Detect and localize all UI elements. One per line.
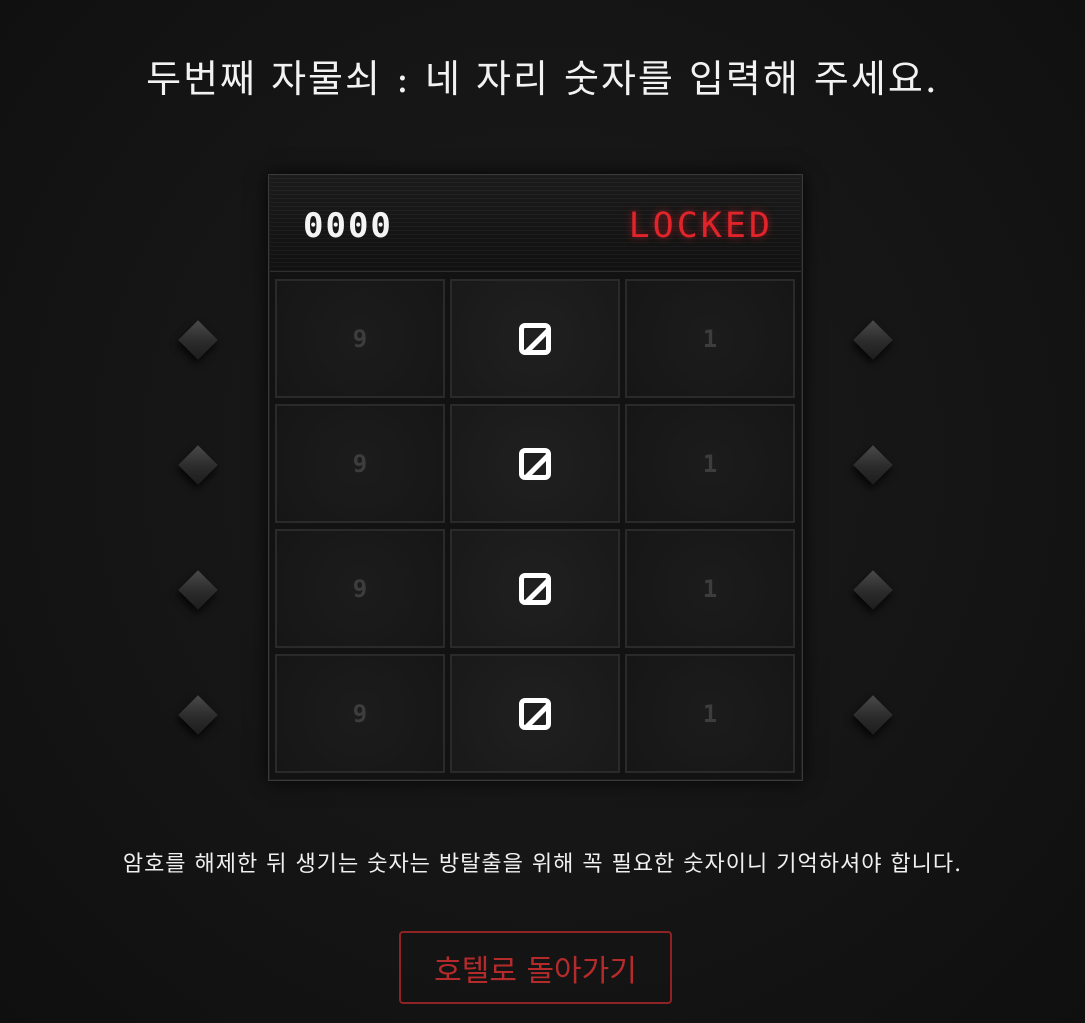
wheel-row-2: 9 1 xyxy=(275,404,797,523)
wheel-1-next-digit[interactable]: 1 xyxy=(625,279,795,398)
wheel-3-increment-arrow-icon[interactable] xyxy=(853,570,893,610)
wheel-2-next-digit[interactable]: 1 xyxy=(625,404,795,523)
wheel-row-3: 9 1 xyxy=(275,529,797,648)
wheel-1-increment-arrow-icon[interactable] xyxy=(853,320,893,360)
wheel-2-decrement-arrow-icon[interactable] xyxy=(178,445,218,485)
wheel-1-prev-digit[interactable]: 9 xyxy=(275,279,445,398)
back-to-hotel-button[interactable]: 호텔로 돌아가기 xyxy=(399,931,672,1004)
wheel-1-current-digit[interactable] xyxy=(450,279,620,398)
wheel-2-increment-arrow-icon[interactable] xyxy=(853,445,893,485)
wheel-3-decrement-arrow-icon[interactable] xyxy=(178,570,218,610)
hint-notice: 암호를 해제한 뒤 생기는 숫자는 방탈출을 위해 꼭 필요한 숫자이니 기억하… xyxy=(122,852,963,877)
wheel-row-4: 9 1 xyxy=(275,654,797,773)
wheel-2-prev-digit[interactable]: 9 xyxy=(275,404,445,523)
wheel-1-decrement-arrow-icon[interactable] xyxy=(178,320,218,360)
wheel-4-decrement-arrow-icon[interactable] xyxy=(178,695,218,735)
wheel-4-prev-digit[interactable]: 9 xyxy=(275,654,445,773)
combination-lock: 0000 LOCKED 9 1 9 1 9 1 9 1 xyxy=(268,174,803,781)
wheel-row-1: 9 1 xyxy=(275,279,797,398)
slashed-zero-digit xyxy=(519,697,551,730)
wheel-2-current-digit[interactable] xyxy=(450,404,620,523)
lock-code-readout: 0000 xyxy=(303,206,393,246)
lock-status: LOCKED xyxy=(628,206,773,246)
wheel-3-prev-digit[interactable]: 9 xyxy=(275,529,445,648)
wheel-4-current-digit[interactable] xyxy=(450,654,620,773)
wheel-4-increment-arrow-icon[interactable] xyxy=(853,695,893,735)
slashed-zero-digit xyxy=(519,322,551,355)
lock-display: 0000 LOCKED xyxy=(270,176,801,272)
wheel-3-next-digit[interactable]: 1 xyxy=(625,529,795,648)
wheel-3-current-digit[interactable] xyxy=(450,529,620,648)
wheel-4-next-digit[interactable]: 1 xyxy=(625,654,795,773)
slashed-zero-digit xyxy=(519,447,551,480)
page-title: 두번째 자물쇠 : 네 자리 숫자를 입력해 주세요. xyxy=(146,57,939,101)
lock-wheels: 9 1 9 1 9 1 9 1 xyxy=(275,279,797,779)
slashed-zero-digit xyxy=(519,572,551,605)
lock-puzzle-page: 두번째 자물쇠 : 네 자리 숫자를 입력해 주세요. 0000 LOCKED … xyxy=(0,0,1085,1023)
